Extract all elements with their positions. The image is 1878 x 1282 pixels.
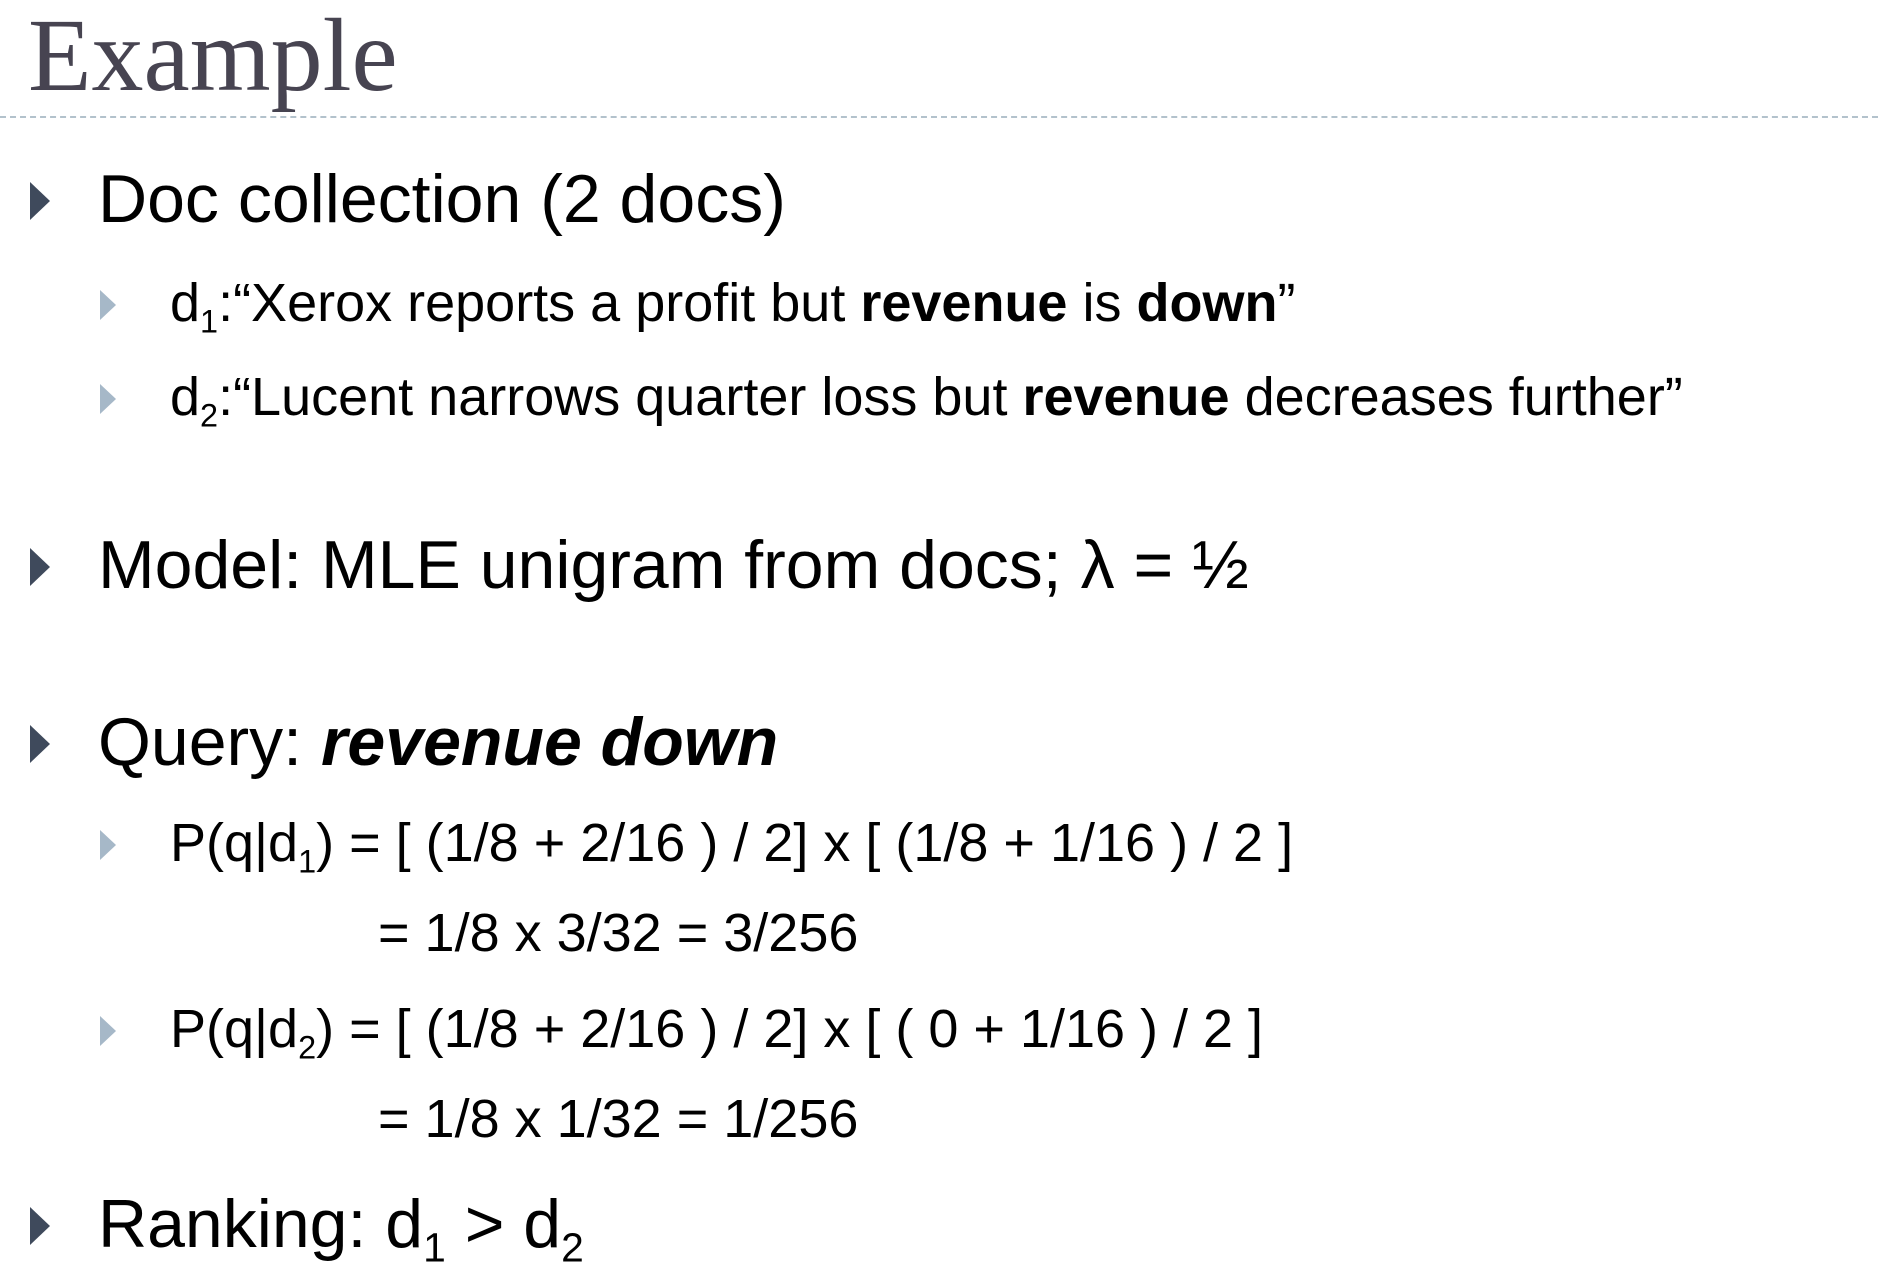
prob-d2-subscript: 2 <box>298 1029 317 1066</box>
doc-1-suffix: ” <box>1277 273 1296 333</box>
title-divider <box>0 116 1878 118</box>
prob-d1-rhs: ) = [ (1/8 + 2/16 ) / 2] x [ (1/8 + 1/16… <box>316 813 1294 873</box>
doc-1-text: d1:“Xerox reports a profit but revenue i… <box>170 272 1296 338</box>
ranking-label: Ranking: d <box>98 1186 424 1262</box>
doc-2-name: d <box>170 367 201 427</box>
doc-1-prefix: :“Xerox reports a profit but <box>218 273 861 333</box>
doc-2-prefix: :“Lucent narrows quarter loss but <box>218 367 1023 427</box>
sub-bullet-arrow-icon <box>100 1015 116 1046</box>
ranking-gt: > d <box>445 1186 562 1262</box>
prob-d1-subscript: 1 <box>298 843 317 880</box>
doc-1-term-revenue: revenue <box>860 273 1068 333</box>
query-label: Query: <box>98 704 321 780</box>
prob-d2-rhs: ) = [ (1/8 + 2/16 ) / 2] x [ ( 0 + 1/16 … <box>316 999 1264 1059</box>
sub-bullet-arrow-icon <box>100 289 116 320</box>
prob-d2-lhs: P(q|d <box>170 999 299 1059</box>
prob-d1-result: = 1/8 x 3/32 = 3/256 <box>378 903 859 963</box>
doc-1-term-down: down <box>1136 273 1278 333</box>
model-text: Model: MLE unigram from docs; λ = ½ <box>98 527 1249 603</box>
doc-2-subscript: 2 <box>200 397 219 434</box>
doc-2-term-revenue: revenue <box>1022 367 1230 427</box>
ranking-subscript-1: 1 <box>423 1224 446 1271</box>
doc-1-mid: is <box>1067 273 1137 333</box>
bullet-arrow-icon <box>30 1207 50 1246</box>
query-text: Query: revenue down <box>98 703 778 781</box>
prob-d1-lhs: P(q|d <box>170 813 299 873</box>
prob-d1-formula: P(q|d1) = [ (1/8 + 2/16 ) / 2] x [ (1/8 … <box>170 812 1294 878</box>
bullet-arrow-icon <box>30 182 50 221</box>
doc-2-text: d2:“Lucent narrows quarter loss but reve… <box>170 366 1683 432</box>
doc-2-suffix: decreases further” <box>1229 367 1683 427</box>
doc-collection-label: Doc collection (2 docs) <box>98 161 786 237</box>
ranking-text: Ranking: d1 > d2 <box>98 1185 584 1268</box>
query-terms: revenue down <box>320 704 779 780</box>
sub-bullet-arrow-icon <box>100 383 116 414</box>
doc-1-subscript: 1 <box>200 303 219 340</box>
ranking-subscript-2: 2 <box>561 1224 584 1271</box>
sub-bullet-arrow-icon <box>100 829 116 860</box>
bullet-arrow-icon <box>30 725 50 764</box>
prob-d2-result: = 1/8 x 1/32 = 1/256 <box>378 1089 859 1149</box>
doc-1-name: d <box>170 273 201 333</box>
slide-title: Example <box>28 0 398 113</box>
bullet-arrow-icon <box>30 548 50 587</box>
prob-d2-formula: P(q|d2) = [ (1/8 + 2/16 ) / 2] x [ ( 0 +… <box>170 998 1264 1064</box>
